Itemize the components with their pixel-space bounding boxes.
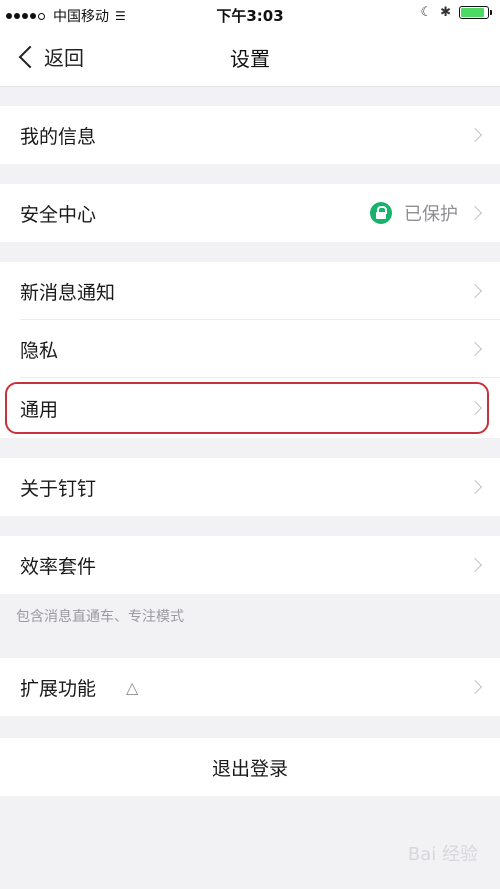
- settings-item-label: 关于钉钉: [20, 477, 97, 500]
- chevron-right-icon: [467, 341, 483, 357]
- settings-item-general[interactable]: 通用: [0, 378, 500, 438]
- moon-icon: ☾: [420, 5, 433, 20]
- settings-item-label: 我的信息: [20, 125, 97, 148]
- battery-tip: [490, 10, 492, 15]
- lock-icon: [370, 202, 392, 224]
- flask-icon: △: [126, 677, 139, 697]
- efficiency-suite-footnote: 包含消息直通车、专注模式: [16, 609, 184, 625]
- logout-label: 退出登录: [211, 758, 288, 780]
- settings-item-label: 通用: [20, 398, 59, 421]
- settings-item-extensions[interactable]: 扩展功能 △: [0, 658, 500, 716]
- settings-item-label: 扩展功能: [20, 677, 97, 700]
- chevron-right-icon: [467, 127, 483, 143]
- navigation-bar: 返回 设置: [0, 28, 500, 87]
- settings-item-security-center[interactable]: 安全中心 已保护: [0, 184, 500, 242]
- battery-icon: [459, 6, 489, 19]
- settings-item-efficiency-suite[interactable]: 效率套件: [0, 536, 500, 594]
- settings-item-privacy[interactable]: 隐私: [0, 320, 500, 378]
- settings-item-label: 隐私: [20, 339, 59, 362]
- page-title: 设置: [230, 47, 270, 71]
- chevron-right-icon: [467, 400, 483, 416]
- logout-button[interactable]: 退出登录: [0, 738, 500, 796]
- settings-item-label: 新消息通知: [20, 281, 116, 304]
- settings-item-label: 安全中心: [20, 203, 97, 226]
- security-status: 已保护: [370, 200, 458, 226]
- bluetooth-icon: ✱: [440, 5, 451, 20]
- chevron-right-icon: [467, 205, 483, 221]
- status-bar: 中国移动 ☰ 下午3:03 ☾ ✱: [0, 0, 500, 28]
- chevron-right-icon: [467, 557, 483, 573]
- chevron-right-icon: [467, 283, 483, 299]
- status-right: ☾ ✱: [420, 5, 492, 20]
- watermark: Bai 经验: [407, 844, 478, 865]
- settings-item-my-info[interactable]: 我的信息: [0, 106, 500, 164]
- battery-fill: [461, 8, 485, 17]
- settings-item-about[interactable]: 关于钉钉: [0, 458, 500, 516]
- security-status-text: 已保护: [404, 204, 458, 225]
- settings-item-label: 效率套件: [20, 555, 97, 578]
- chevron-right-icon: [467, 679, 483, 695]
- settings-item-notifications[interactable]: 新消息通知: [0, 262, 500, 320]
- chevron-right-icon: [467, 479, 483, 495]
